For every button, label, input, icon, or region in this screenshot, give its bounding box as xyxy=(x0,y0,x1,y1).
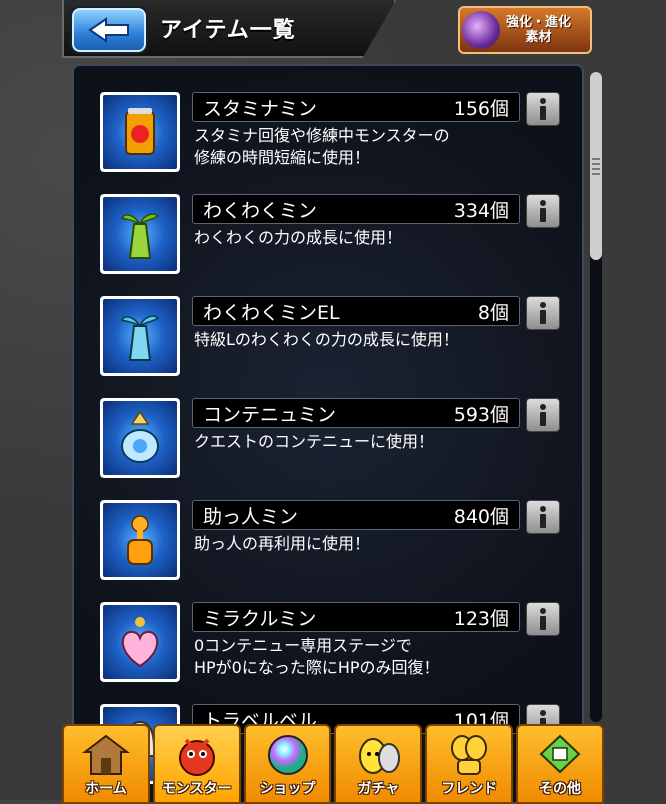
item-count: 334個 xyxy=(453,199,509,222)
evolution-materials-button[interactable]: 強化・進化 素材 xyxy=(458,6,592,54)
item-description: わくわくの力の成長に使用！ xyxy=(194,228,403,247)
item-name: わくわくミン xyxy=(203,199,318,222)
item-count: 593個 xyxy=(453,403,509,426)
list-item[interactable]: コンテニュミン 593個 クエストのコンテニューに使用！ xyxy=(100,398,560,488)
nav-gacha[interactable]: ガチャ xyxy=(334,724,423,804)
other-icon xyxy=(539,734,581,774)
info-button[interactable] xyxy=(526,398,560,432)
nav-other[interactable]: その他 xyxy=(516,724,604,804)
scrollbar[interactable] xyxy=(590,72,602,722)
nav-label: ショップ xyxy=(259,781,316,797)
item-count: 123個 xyxy=(453,607,509,630)
nav-label: ホーム xyxy=(85,781,127,797)
info-button[interactable] xyxy=(526,92,560,126)
info-icon xyxy=(540,608,546,630)
home-icon xyxy=(81,734,130,775)
item-count: 8個 xyxy=(477,301,509,324)
nav-home[interactable]: ホーム xyxy=(62,724,150,804)
evo-button-line1: 強化・進化 xyxy=(506,15,572,30)
heart-potion-icon xyxy=(121,617,159,668)
info-button[interactable] xyxy=(526,602,560,636)
list-item[interactable]: 助っ人ミン 840個 助っ人の再利用に使用！ xyxy=(100,500,560,590)
item-name: コンテニュミン xyxy=(203,403,337,426)
continue-jar-icon xyxy=(121,410,159,463)
info-button[interactable] xyxy=(526,194,560,228)
evo-button-line2: 素材 xyxy=(525,30,552,45)
list-item[interactable]: ミラクルミン 123個 0コンテニュー専用ステージで HPが0になった際にHPの… xyxy=(100,602,560,692)
item-list-panel: スタミナミン 156個 スタミナ回復や修練中モンスターの 修練の時間短縮に使用！… xyxy=(72,64,584,804)
friend-balloon-icon xyxy=(451,735,488,775)
item-name: ミラクルミン xyxy=(203,607,317,630)
info-icon xyxy=(540,404,546,426)
sprout-bottle-icon xyxy=(120,213,160,259)
scroll-grip-icon xyxy=(592,158,600,176)
nav-label: その他 xyxy=(539,781,582,797)
nav-label: モンスター xyxy=(161,781,232,797)
info-icon xyxy=(540,98,546,120)
item-description: スタミナ回復や修練中モンスターの 修練の時間短縮に使用！ xyxy=(194,126,450,167)
item-description: 助っ人の再利用に使用！ xyxy=(194,534,371,553)
stamina-can-icon xyxy=(125,108,155,155)
back-button[interactable] xyxy=(72,8,146,52)
info-button[interactable] xyxy=(526,500,560,534)
scroll-thumb[interactable] xyxy=(590,72,602,260)
helper-potion-icon xyxy=(127,515,153,565)
item-name: スタミナミン xyxy=(203,97,318,120)
item-count: 156個 xyxy=(453,97,509,120)
nav-label: ガチャ xyxy=(357,781,400,797)
sprout-bottle-el-icon xyxy=(120,315,160,361)
item-description: 特級Lのわくわくの力の成長に使用！ xyxy=(194,330,459,349)
page-title: アイテム一覧 xyxy=(160,18,296,43)
info-icon xyxy=(540,506,546,528)
gacha-egg-icon xyxy=(359,738,401,774)
nav-monster[interactable]: モンスター xyxy=(152,724,241,804)
info-icon xyxy=(540,200,546,222)
item-description: クエストのコンテニューに使用！ xyxy=(194,432,435,451)
evolution-orb-icon xyxy=(462,11,500,49)
list-item[interactable]: わくわくミンEL 8個 特級Lのわくわくの力の成長に使用！ xyxy=(100,296,560,386)
nav-shop[interactable]: ショップ xyxy=(243,724,332,804)
nav-label: フレンド xyxy=(441,781,498,797)
shop-orb-icon xyxy=(267,735,308,775)
list-item[interactable]: スタミナミン 156個 スタミナ回復や修練中モンスターの 修練の時間短縮に使用！ xyxy=(100,92,560,182)
bottom-nav: ホーム モンスター ショップ ガチャ フレンド その他 xyxy=(62,724,604,804)
item-description: 0コンテニュー専用ステージで HPが0になった際にHPのみ回復！ xyxy=(194,636,440,677)
item-name: わくわくミンEL xyxy=(203,301,340,324)
nav-friend[interactable]: フレンド xyxy=(425,724,514,804)
item-count: 840個 xyxy=(453,505,509,528)
info-icon xyxy=(540,302,546,324)
list-item[interactable]: わくわくミン 334個 わくわくの力の成長に使用！ xyxy=(100,194,560,284)
info-button[interactable] xyxy=(526,296,560,330)
monster-icon xyxy=(178,738,215,776)
item-name: 助っ人ミン xyxy=(203,505,299,528)
back-arrow-icon xyxy=(88,17,129,43)
